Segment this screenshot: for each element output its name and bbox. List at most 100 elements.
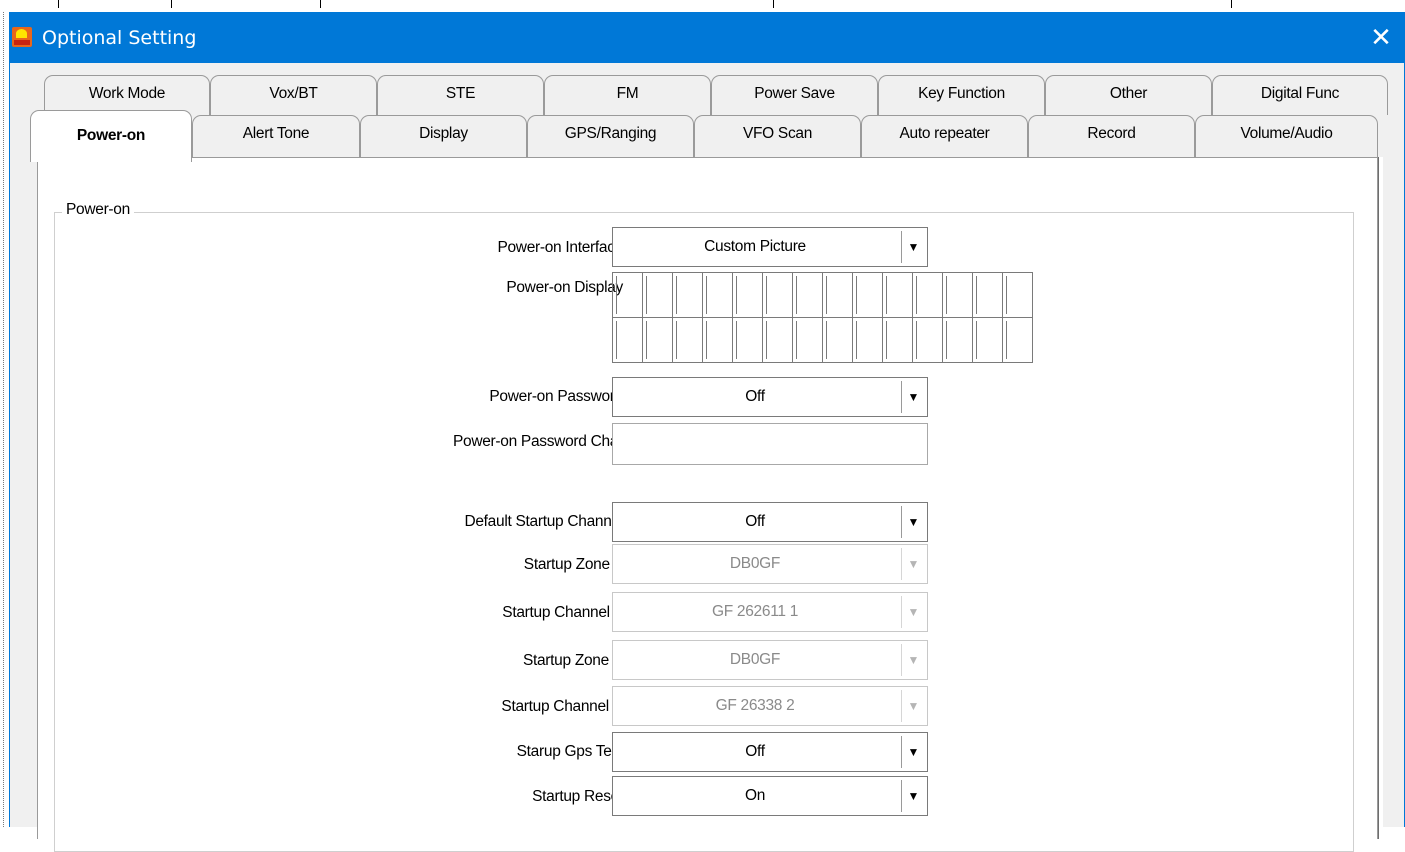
display-char-cell[interactable] [673,318,703,363]
tab-fm[interactable]: FM [544,75,711,115]
display-char-cell[interactable] [943,273,973,318]
chevron-down-icon: ▼ [901,690,925,722]
display-char-cell[interactable] [973,318,1003,363]
display-char-cell[interactable] [733,318,763,363]
tab-vfo-scan[interactable]: VFO Scan [694,115,861,157]
startup-reset-label: Startup Reset [532,788,623,805]
power-on-display-grid[interactable] [612,272,1033,363]
close-button[interactable]: ✕ [1358,12,1404,63]
power-on-password-label: Power-on Password [489,388,623,405]
app-logo-icon [12,27,32,47]
tab-power-on[interactable]: Power-on [30,110,192,162]
panel-edge [1378,157,1383,839]
startup-channel-b-select: GF 26338 2 ▼ [612,686,928,726]
power-on-interface-select[interactable]: Custom Picture ▼ [612,227,928,267]
chevron-down-icon: ▼ [901,548,925,580]
tab-volume-audio[interactable]: Volume/Audio [1195,115,1378,157]
display-char-cell[interactable] [883,318,913,363]
tab-digital-func[interactable]: Digital Func [1212,75,1388,115]
display-char-cell[interactable] [883,273,913,318]
startup-gps-test-value: Off [745,743,765,760]
tab-display[interactable]: Display [360,115,527,157]
power-on-interface-value: Custom Picture [704,238,806,255]
grid-tick [320,0,321,8]
tab-panel-power-on: Power-on Power-on Interface Custom Pictu… [37,157,1378,852]
startup-zone-a-label: Startup Zone A [523,556,624,573]
startup-channel-a-select: GF 262611 1 ▼ [612,592,928,632]
startup-reset-value: On [744,787,766,804]
background-dotted-guide [3,12,4,827]
tab-work-mode[interactable]: Work Mode [44,75,210,115]
display-char-cell[interactable] [643,273,673,318]
power-on-password-value: Off [745,388,765,405]
display-char-cell[interactable] [703,318,733,363]
startup-zone-b-label: Startup Zone B [522,652,623,669]
startup-zone-a-value: DB0GF [729,555,781,572]
display-char-cell[interactable] [823,273,853,318]
close-icon: ✕ [1370,22,1392,52]
power-on-password-select[interactable]: Off ▼ [612,377,928,417]
default-startup-channel-select[interactable]: Off ▼ [612,502,928,542]
tab-ste[interactable]: STE [377,75,544,115]
display-char-cell[interactable] [673,273,703,318]
display-char-cell[interactable] [793,273,823,318]
display-char-cell[interactable] [703,273,733,318]
startup-channel-a-value: GF 262611 1 [711,603,799,620]
display-char-cell[interactable] [1003,273,1033,318]
tab-power-save[interactable]: Power Save [711,75,878,115]
chevron-down-icon[interactable]: ▼ [901,506,925,538]
optional-setting-dialog: Optional Setting ✕ Work Mode Vox/BT STE … [9,12,1405,852]
power-on-interface-label: Power-on Interface [497,239,623,256]
startup-channel-b-label: Startup Channel B [501,698,623,715]
default-startup-channel-value: Off [745,513,765,530]
display-char-cell[interactable] [793,318,823,363]
tab-auto-repeater[interactable]: Auto repeater [861,115,1028,157]
startup-gps-test-select[interactable]: Off ▼ [612,732,928,772]
group-title: Power-on [62,201,134,219]
tab-alert-tone[interactable]: Alert Tone [192,115,360,157]
default-startup-channel-label: Default Startup Channel [464,513,623,530]
display-char-cell[interactable] [613,273,643,318]
background-window-strip [0,0,1405,12]
grid-tick [58,0,59,8]
tab-other[interactable]: Other [1045,75,1212,115]
display-char-cell[interactable] [823,318,853,363]
display-char-cell[interactable] [763,318,793,363]
power-on-password-char-input[interactable] [612,423,928,465]
startup-gps-test-label: Starup Gps Test [516,743,624,760]
display-char-cell[interactable] [1003,318,1033,363]
chevron-down-icon[interactable]: ▼ [901,381,925,413]
startup-zone-a-select: DB0GF ▼ [612,544,928,584]
display-char-cell[interactable] [973,273,1003,318]
display-char-cell[interactable] [763,273,793,318]
tab-vox-bt[interactable]: Vox/BT [210,75,377,115]
display-char-cell[interactable] [913,273,943,318]
startup-channel-a-label: Startup Channel A [502,604,623,621]
startup-channel-b-value: GF 26338 2 [715,697,795,714]
display-char-cell[interactable] [913,318,943,363]
tab-key-function[interactable]: Key Function [878,75,1045,115]
display-char-cell[interactable] [943,318,973,363]
power-on-display-label: Power-on Display [506,279,623,296]
display-char-cell[interactable] [853,318,883,363]
startup-reset-select[interactable]: On ▼ [612,776,928,816]
chevron-down-icon[interactable]: ▼ [901,231,925,263]
startup-zone-b-select: DB0GF ▼ [612,640,928,680]
chevron-down-icon[interactable]: ▼ [901,736,925,768]
display-char-cell[interactable] [613,318,643,363]
power-on-password-char-label: Power-on Password Char [452,433,623,450]
startup-zone-b-value: DB0GF [729,651,781,668]
tab-gps-ranging[interactable]: GPS/Ranging [527,115,694,157]
grid-tick [171,0,172,8]
display-char-cell[interactable] [853,273,883,318]
display-char-cell[interactable] [733,273,763,318]
chevron-down-icon: ▼ [901,644,925,676]
display-char-cell[interactable] [643,318,673,363]
chevron-down-icon: ▼ [901,596,925,628]
window-title: Optional Setting [42,27,197,49]
grid-tick [773,0,774,8]
title-bar[interactable]: Optional Setting ✕ [10,12,1404,63]
tab-record[interactable]: Record [1028,115,1195,157]
chevron-down-icon[interactable]: ▼ [901,780,925,812]
grid-tick [1231,0,1232,8]
